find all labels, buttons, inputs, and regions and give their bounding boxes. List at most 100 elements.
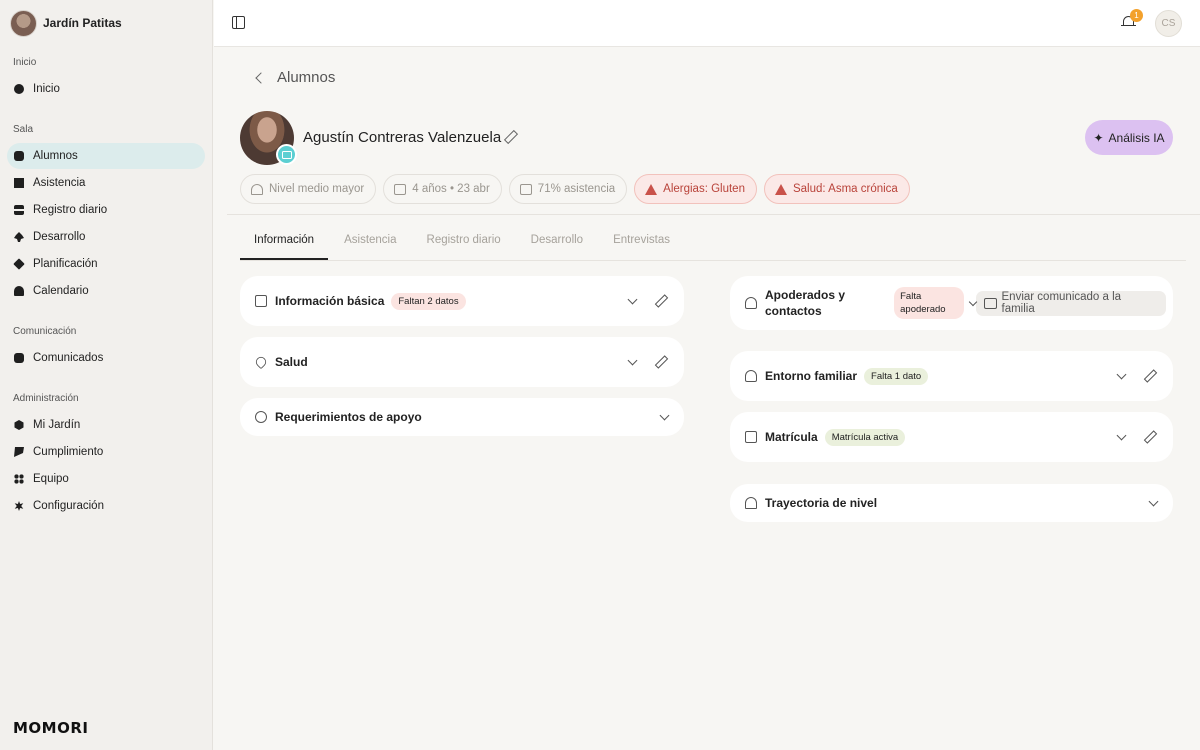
enrollment-active-tag: Matrícula activa <box>824 428 906 446</box>
trajectory-title: Trayectoria de nivel <box>765 496 878 510</box>
sparkle-icon: ✦ <box>1093 130 1104 145</box>
tab-desarrollo[interactable]: Desarrollo <box>517 224 597 260</box>
sidebar-item-label: Inicio <box>33 83 60 95</box>
sidebar-item-label: Planificación <box>33 258 98 270</box>
chevron-down-icon[interactable] <box>1148 496 1159 507</box>
ai-analysis-button[interactable]: ✦ Análisis IA <box>1085 120 1173 155</box>
bars-icon <box>14 205 24 215</box>
sidebar-item-alumnos[interactable]: Alumnos <box>7 143 205 169</box>
health-card[interactable]: Salud <box>240 337 684 387</box>
diamond-icon <box>13 258 25 270</box>
support-title: Requerimientos de apoyo <box>275 410 422 424</box>
tab-registro-diario[interactable]: Registro diario <box>413 224 515 260</box>
trajectory-card[interactable]: Trayectoria de nivel <box>730 484 1173 522</box>
chevron-down-icon[interactable] <box>1116 369 1127 380</box>
chevron-left-icon <box>255 71 267 84</box>
people-icon <box>745 297 757 309</box>
chevron-down-icon[interactable] <box>1116 430 1127 441</box>
health-chip: Salud: Asma crónica <box>763 174 910 204</box>
support-card[interactable]: Requerimientos de apoyo <box>240 398 684 436</box>
calendar-check-icon <box>519 183 532 195</box>
sidebar-item-label: Configuración <box>33 500 104 512</box>
warning-icon <box>645 183 658 195</box>
chevron-down-icon[interactable] <box>659 410 670 421</box>
health-chip-label: Salud: Asma crónica <box>792 183 898 195</box>
sidebar-item-desarrollo[interactable]: Desarrollo <box>7 224 205 250</box>
sidebar-item-label: Registro diario <box>33 204 108 216</box>
chevron-down-icon[interactable] <box>627 355 638 366</box>
guardians-card[interactable]: Apoderados y contactos Falta apoderado E… <box>730 276 1173 330</box>
momori-logo: MOMORI <box>13 719 89 737</box>
sidebar-item-mi-jardin[interactable]: Mi Jardín <box>7 412 205 438</box>
basic-info-title: Información básica <box>275 294 385 308</box>
graduation-cap-icon <box>745 497 757 509</box>
globe-icon <box>255 411 267 423</box>
tab-entrevistas[interactable]: Entrevistas <box>599 224 684 260</box>
tab-informacion[interactable]: Información <box>240 224 329 260</box>
sidebar-item-planificacion[interactable]: Planificación <box>7 251 205 277</box>
sidebar-item-label: Mi Jardín <box>33 419 81 431</box>
edit-pencil-icon[interactable] <box>654 294 668 308</box>
sidebar-item-inicio[interactable]: Inicio <box>7 76 205 102</box>
guardians-title: Apoderados y contactos <box>765 288 846 318</box>
circle-icon <box>14 84 24 94</box>
basic-info-card[interactable]: Información básica Faltan 2 datos <box>240 276 684 326</box>
back-link[interactable]: Alumnos <box>254 69 335 86</box>
allergy-chip: Alergias: Gluten <box>634 174 757 204</box>
sidebar-item-label: Calendario <box>33 285 89 297</box>
sidebar-item-label: Alumnos <box>33 150 78 162</box>
sidebar-item-label: Comunicados <box>33 352 104 364</box>
level-chip: Nivel medio mayor <box>240 174 377 204</box>
sidebar-item-equipo[interactable]: Equipo <box>7 466 205 492</box>
brand-header[interactable]: Jardín Patitas <box>0 0 212 46</box>
health-title: Salud <box>275 355 308 369</box>
back-label: Alumnos <box>277 69 336 86</box>
level-chip-label: Nivel medio mayor <box>269 183 365 195</box>
send-family-message-button[interactable]: Enviar comunicado a la familia <box>975 290 1166 316</box>
cake-icon <box>394 183 407 195</box>
flag-icon <box>14 447 24 457</box>
sidebar-item-asistencia[interactable]: Asistencia <box>7 170 205 196</box>
club-icon <box>14 232 24 242</box>
hexagon-icon <box>14 420 24 430</box>
nav-section-administracion: Administración <box>13 393 79 404</box>
brand-avatar <box>10 9 37 37</box>
sidebar-item-configuracion[interactable]: Configuración <box>7 493 205 519</box>
camera-icon[interactable] <box>276 144 297 165</box>
heart-icon <box>253 354 269 370</box>
chevron-down-icon[interactable] <box>627 294 638 305</box>
nav-section-comunicacion: Comunicación <box>13 326 77 337</box>
edit-name-pencil-icon[interactable] <box>504 130 514 143</box>
header-divider <box>227 214 1200 215</box>
square-icon <box>14 353 24 363</box>
sidebar-item-registro-diario[interactable]: Registro diario <box>7 197 205 223</box>
missing-guardian-tag: Falta apoderado <box>894 287 964 319</box>
user-avatar[interactable]: CS <box>1155 10 1182 37</box>
clipboard-icon <box>745 431 757 443</box>
age-chip: 4 años • 23 abr <box>383 174 502 204</box>
calendar-icon <box>255 295 267 307</box>
enrollment-card[interactable]: Matrícula Matrícula activa <box>730 412 1173 462</box>
sidebar-item-label: Asistencia <box>33 177 86 189</box>
sidebar-toggle-icon[interactable] <box>232 16 245 29</box>
sidebar-item-cumplimiento[interactable]: Cumplimiento <box>7 439 205 465</box>
graduation-cap-icon <box>251 183 263 195</box>
brand-name: Jardín Patitas <box>43 16 122 30</box>
sidebar-item-comunicados[interactable]: Comunicados <box>7 345 205 371</box>
edit-pencil-icon[interactable] <box>1143 430 1157 444</box>
sidebar: Jardín Patitas Inicio Inicio Sala Alumno… <box>0 0 213 750</box>
sidebar-item-calendario[interactable]: Calendario <box>7 278 205 304</box>
attendance-chip: 71% asistencia <box>508 174 628 204</box>
edit-pencil-icon[interactable] <box>654 355 668 369</box>
student-tabs: Información Asistencia Registro diario D… <box>240 224 1186 261</box>
family-card[interactable]: Entorno familiar Falta 1 dato <box>730 351 1173 401</box>
sidebar-item-label: Cumplimiento <box>33 446 104 458</box>
tab-asistencia[interactable]: Asistencia <box>330 224 410 260</box>
grid-icon <box>14 178 24 188</box>
dots-icon <box>14 474 24 484</box>
topbar: 1 CS <box>214 0 1200 47</box>
sidebar-item-label: Desarrollo <box>33 231 86 243</box>
edit-pencil-icon[interactable] <box>1143 369 1157 383</box>
gear-icon <box>14 501 24 511</box>
main-content: Alumnos Agustín Contreras Valenzuela ✦ A… <box>214 48 1200 750</box>
